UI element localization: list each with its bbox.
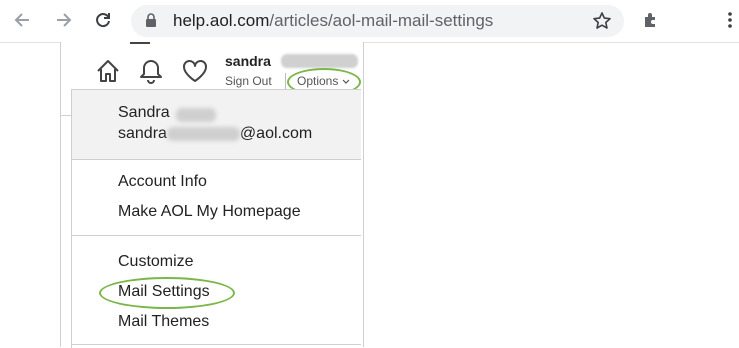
extensions-icon xyxy=(645,13,655,27)
heart-icon[interactable] xyxy=(181,58,209,84)
url-text[interactable]: help.aol.com/articles/aol-mail-mail-sett… xyxy=(173,12,493,30)
email-prefix: sandra xyxy=(118,125,167,142)
redacted-email xyxy=(166,126,240,141)
panel-edge-line xyxy=(61,115,71,116)
back-arrow-icon xyxy=(14,13,29,27)
redacted-username xyxy=(281,54,358,68)
url-path: /articles/aol-mail-mail-settings xyxy=(269,11,494,30)
reload-button[interactable] xyxy=(89,6,117,34)
menu-item-customize[interactable]: Customize xyxy=(118,253,194,271)
back-button[interactable] xyxy=(8,6,36,34)
menu-item-account-info[interactable]: Account Info xyxy=(118,173,207,191)
extensions-button[interactable] xyxy=(637,6,665,34)
menu-item-make-homepage[interactable]: Make AOL My Homepage xyxy=(118,203,301,221)
mail-settings-highlight-ring xyxy=(99,277,235,309)
browser-toolbar: help.aol.com/articles/aol-mail-mail-sett… xyxy=(0,0,739,43)
address-bar[interactable]: help.aol.com/articles/aol-mail-mail-sett… xyxy=(131,5,624,37)
account-email: sandra @aol.com xyxy=(118,125,312,143)
lock-icon[interactable] xyxy=(145,13,157,28)
cropped-text-fragment xyxy=(130,42,150,48)
url-host: help.aol.com xyxy=(173,11,270,30)
menu-item-mail-themes[interactable]: Mail Themes xyxy=(118,313,209,331)
header-username: sandra xyxy=(225,53,271,69)
more-menu-button[interactable] xyxy=(716,6,739,34)
options-dropdown-menu: Sandra sandra @aol.com Account Info Make … xyxy=(71,89,361,348)
menu-separator xyxy=(72,344,361,345)
home-icon[interactable] xyxy=(95,58,121,84)
account-name: Sandra xyxy=(118,104,170,121)
reload-icon xyxy=(96,13,110,28)
sign-out-link[interactable]: Sign Out xyxy=(225,74,272,88)
account-summary: Sandra sandra @aol.com xyxy=(72,90,361,160)
header-divider xyxy=(285,73,286,89)
more-vert-icon xyxy=(728,12,732,28)
redacted-surname xyxy=(176,108,216,122)
star-icon[interactable] xyxy=(592,11,612,31)
menu-separator xyxy=(72,235,361,236)
forward-arrow-icon xyxy=(57,13,72,27)
forward-button[interactable] xyxy=(50,6,78,34)
email-suffix: @aol.com xyxy=(239,125,313,142)
bell-icon[interactable] xyxy=(138,58,164,84)
